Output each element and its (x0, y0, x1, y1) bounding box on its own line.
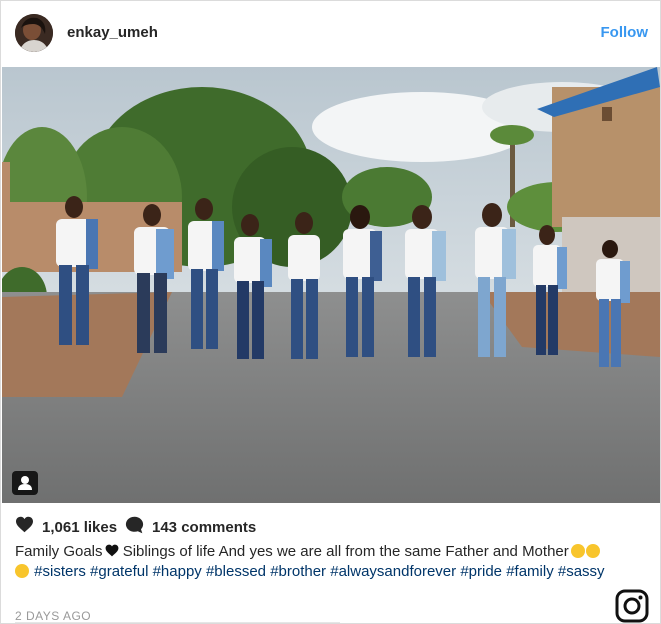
caption-text-continued: Siblings of life And yes we are all from… (118, 543, 569, 560)
caption-text: Family Goals (15, 543, 103, 560)
instagram-logo-icon[interactable] (615, 589, 649, 623)
grinning-emoji-icon (570, 544, 585, 558)
post-timestamp[interactable]: 2 DAYS AGO (15, 609, 91, 623)
divider (15, 622, 340, 623)
hashtag-link[interactable]: #brother (270, 563, 326, 580)
likes-count[interactable]: 1,061 likes (42, 519, 117, 536)
post-header: enkay_umeh Follow (1, 1, 660, 67)
comments-group: 143 comments (125, 516, 256, 539)
instagram-post-card: enkay_umeh Follow 1,061 likes 143 commen… (0, 0, 661, 624)
hashtag-link[interactable]: #pride (460, 563, 502, 580)
comment-bubble-icon[interactable] (125, 516, 144, 539)
post-actions: 1,061 likes 143 comments (15, 516, 415, 538)
post-caption: Family Goals Siblings of life And yes we… (15, 542, 615, 582)
hashtag-link[interactable]: #happy (153, 563, 202, 580)
likes-group: 1,061 likes (15, 516, 117, 538)
black-heart-emoji-icon (105, 544, 118, 557)
family-group-photo (2, 67, 660, 503)
username[interactable]: enkay_umeh (67, 24, 158, 41)
avatar[interactable] (15, 14, 53, 52)
hashtag-link[interactable]: #alwaysandforever (330, 563, 456, 580)
user-tag-icon[interactable] (12, 471, 38, 495)
heart-icon[interactable] (15, 516, 34, 538)
hashtag-link[interactable]: #family (506, 563, 554, 580)
hashtag-link[interactable]: #sassy (558, 563, 605, 580)
post-photo[interactable] (2, 67, 660, 503)
comments-count[interactable]: 143 comments (152, 519, 256, 536)
hashtag-link[interactable]: #blessed (206, 563, 266, 580)
hashtag-link[interactable]: #sisters (34, 563, 86, 580)
laughing-emoji-icon (15, 564, 29, 578)
hashtag-link[interactable]: #grateful (90, 563, 148, 580)
follow-button[interactable]: Follow (601, 24, 649, 41)
squinting-emoji-icon (585, 544, 600, 558)
